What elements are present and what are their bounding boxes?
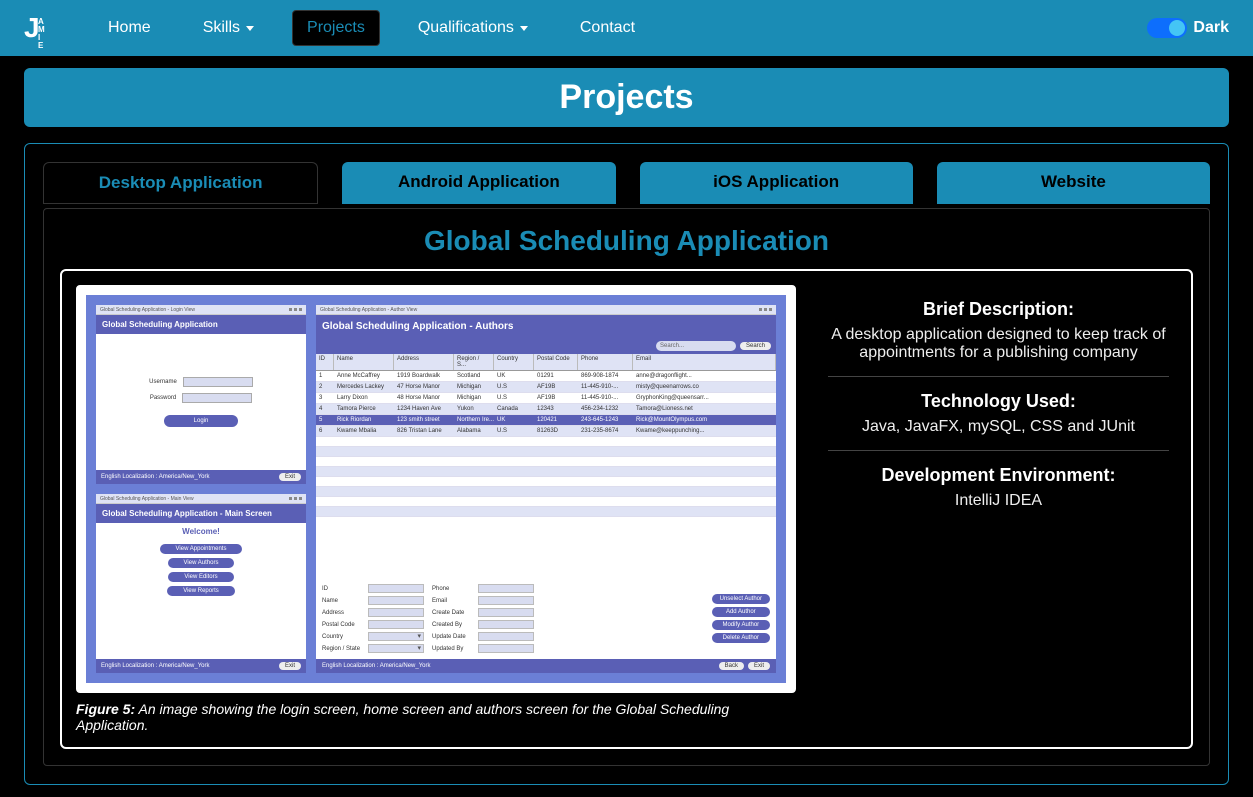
description-text: A desktop application designed to keep t… — [828, 326, 1169, 362]
page-title: Projects — [34, 78, 1219, 117]
add-btn: Add Author — [712, 607, 770, 617]
screenshot-column: Global Scheduling Application - Login Vi… — [76, 285, 796, 733]
login-header: Global Scheduling Application — [96, 315, 306, 334]
nav-skills-label: Skills — [203, 19, 240, 37]
locale-text: English Localization : America/New_York — [101, 474, 210, 480]
nav-skills[interactable]: Skills — [189, 11, 268, 45]
project-body: Global Scheduling Application - Login Vi… — [60, 269, 1193, 749]
view-editors-btn: View Editors — [168, 572, 233, 582]
technology-text: Java, JavaFX, mySQL, CSS and JUnit — [828, 418, 1169, 436]
nav-qualifications[interactable]: Qualifications — [404, 11, 542, 45]
tab-android[interactable]: Android Application — [342, 162, 615, 204]
password-input — [182, 393, 252, 403]
table-row — [316, 507, 776, 517]
nav-home[interactable]: Home — [94, 11, 165, 45]
exit-button: Exit — [279, 473, 301, 481]
nav-qualifications-label: Qualifications — [418, 19, 514, 37]
project-title: Global Scheduling Application — [60, 225, 1193, 257]
nav-contact[interactable]: Contact — [566, 11, 649, 45]
logo-sub: AMIE — [38, 18, 46, 50]
back-btn: Back — [719, 662, 744, 670]
author-window: Global Scheduling Application - Author V… — [316, 305, 776, 673]
table-row — [316, 487, 776, 497]
environment-heading: Development Environment: — [828, 465, 1169, 486]
nav-projects[interactable]: Projects — [292, 10, 380, 46]
table-row — [316, 497, 776, 507]
main-window: Global Scheduling Application - Main Vie… — [96, 494, 306, 673]
table-row: 4Tamora Pierce1234 Haven AveYukonCanada1… — [316, 404, 776, 415]
table-row: 5Rick Riordan123 smith streetNorthern Ir… — [316, 415, 776, 426]
chevron-down-icon — [246, 26, 254, 31]
project-tabs: Desktop Application Android Application … — [43, 162, 1210, 204]
info-column: Brief Description: A desktop application… — [820, 285, 1177, 733]
modify-btn: Modify Author — [712, 620, 770, 630]
caption-label: Figure 5: — [76, 701, 135, 717]
menu-buttons: View Appointments View Authors View Edit… — [96, 540, 306, 604]
info-environment: Development Environment: IntelliJ IDEA — [828, 451, 1169, 524]
tab-ios[interactable]: iOS Application — [640, 162, 913, 204]
app-screenshot: Global Scheduling Application - Login Vi… — [86, 295, 786, 683]
username-input — [183, 377, 253, 387]
description-heading: Brief Description: — [828, 299, 1169, 320]
view-authors-btn: View Authors — [168, 558, 235, 568]
exit-button-2: Exit — [279, 662, 301, 670]
table-row: 6Kwame Mbalia826 Tristan LaneAlabamaU.S8… — [316, 426, 776, 437]
nav-links: Home Skills Projects Qualifications Cont… — [94, 10, 1147, 46]
table-row — [316, 467, 776, 477]
login-body: Username Password Login — [96, 334, 306, 470]
delete-btn: Delete Author — [712, 633, 770, 643]
table-row: 1Anne McCaffrey1919 BoardwalkScotlandUK0… — [316, 371, 776, 382]
table-row — [316, 447, 776, 457]
table-row — [316, 437, 776, 447]
author-header: Global Scheduling Application - Authors — [316, 315, 776, 338]
username-label: Username — [149, 379, 177, 385]
toggle-knob — [1169, 20, 1185, 36]
main-container: Projects Desktop Application Android App… — [0, 56, 1253, 797]
login-button: Login — [164, 415, 239, 427]
form-area: ID Name Address Postal Code Country Regi… — [316, 578, 776, 659]
project-panel: Global Scheduling Application Global Sch… — [43, 208, 1210, 766]
dark-mode-toggle[interactable]: Dark — [1147, 18, 1229, 38]
technology-heading: Technology Used: — [828, 391, 1169, 412]
left-stack: Global Scheduling Application - Login Vi… — [96, 305, 306, 673]
caption-text: An image showing the login screen, home … — [76, 701, 729, 733]
locale-text-3: English Localization : America/New_York — [322, 663, 431, 669]
content-box: Desktop Application Android Application … — [24, 143, 1229, 785]
screenshot-frame: Global Scheduling Application - Login Vi… — [76, 285, 796, 693]
logo[interactable]: J AMIE — [24, 12, 54, 44]
info-description: Brief Description: A desktop application… — [828, 285, 1169, 377]
chevron-down-icon — [520, 26, 528, 31]
tab-desktop[interactable]: Desktop Application — [43, 162, 318, 204]
info-technology: Technology Used: Java, JavaFX, mySQL, CS… — [828, 377, 1169, 451]
view-appointments-btn: View Appointments — [160, 544, 243, 554]
view-reports-btn: View Reports — [167, 586, 235, 596]
table-row — [316, 457, 776, 467]
table-body: 1Anne McCaffrey1919 BoardwalkScotlandUK0… — [316, 371, 776, 578]
table-row — [316, 477, 776, 487]
table-row: 3Larry Dixon48 Horse ManorMichiganU.SAF1… — [316, 393, 776, 404]
figure-caption: Figure 5: An image showing the login scr… — [76, 701, 796, 733]
search-button: Search — [740, 342, 771, 350]
navbar: J AMIE Home Skills Projects Qualificatio… — [0, 0, 1253, 56]
welcome-text: Welcome! — [96, 523, 306, 540]
dark-label: Dark — [1193, 19, 1229, 37]
table-header: IDNameAddressRegion / S...CountryPostal … — [316, 354, 776, 371]
toggle-switch[interactable] — [1147, 18, 1187, 38]
environment-text: IntelliJ IDEA — [828, 492, 1169, 510]
tab-website[interactable]: Website — [937, 162, 1210, 204]
login-window: Global Scheduling Application - Login Vi… — [96, 305, 306, 484]
main-header: Global Scheduling Application - Main Scr… — [96, 504, 306, 523]
password-label: Password — [150, 395, 176, 401]
locale-text-2: English Localization : America/New_York — [101, 663, 210, 669]
search-input: Search... — [656, 341, 736, 351]
table-row: 2Mercedes Lackey47 Horse ManorMichiganU.… — [316, 382, 776, 393]
page-header: Projects — [24, 68, 1229, 127]
unselect-btn: Unselect Author — [712, 594, 770, 604]
search-row: Search... Search — [316, 338, 776, 354]
exit-btn-3: Exit — [748, 662, 770, 670]
